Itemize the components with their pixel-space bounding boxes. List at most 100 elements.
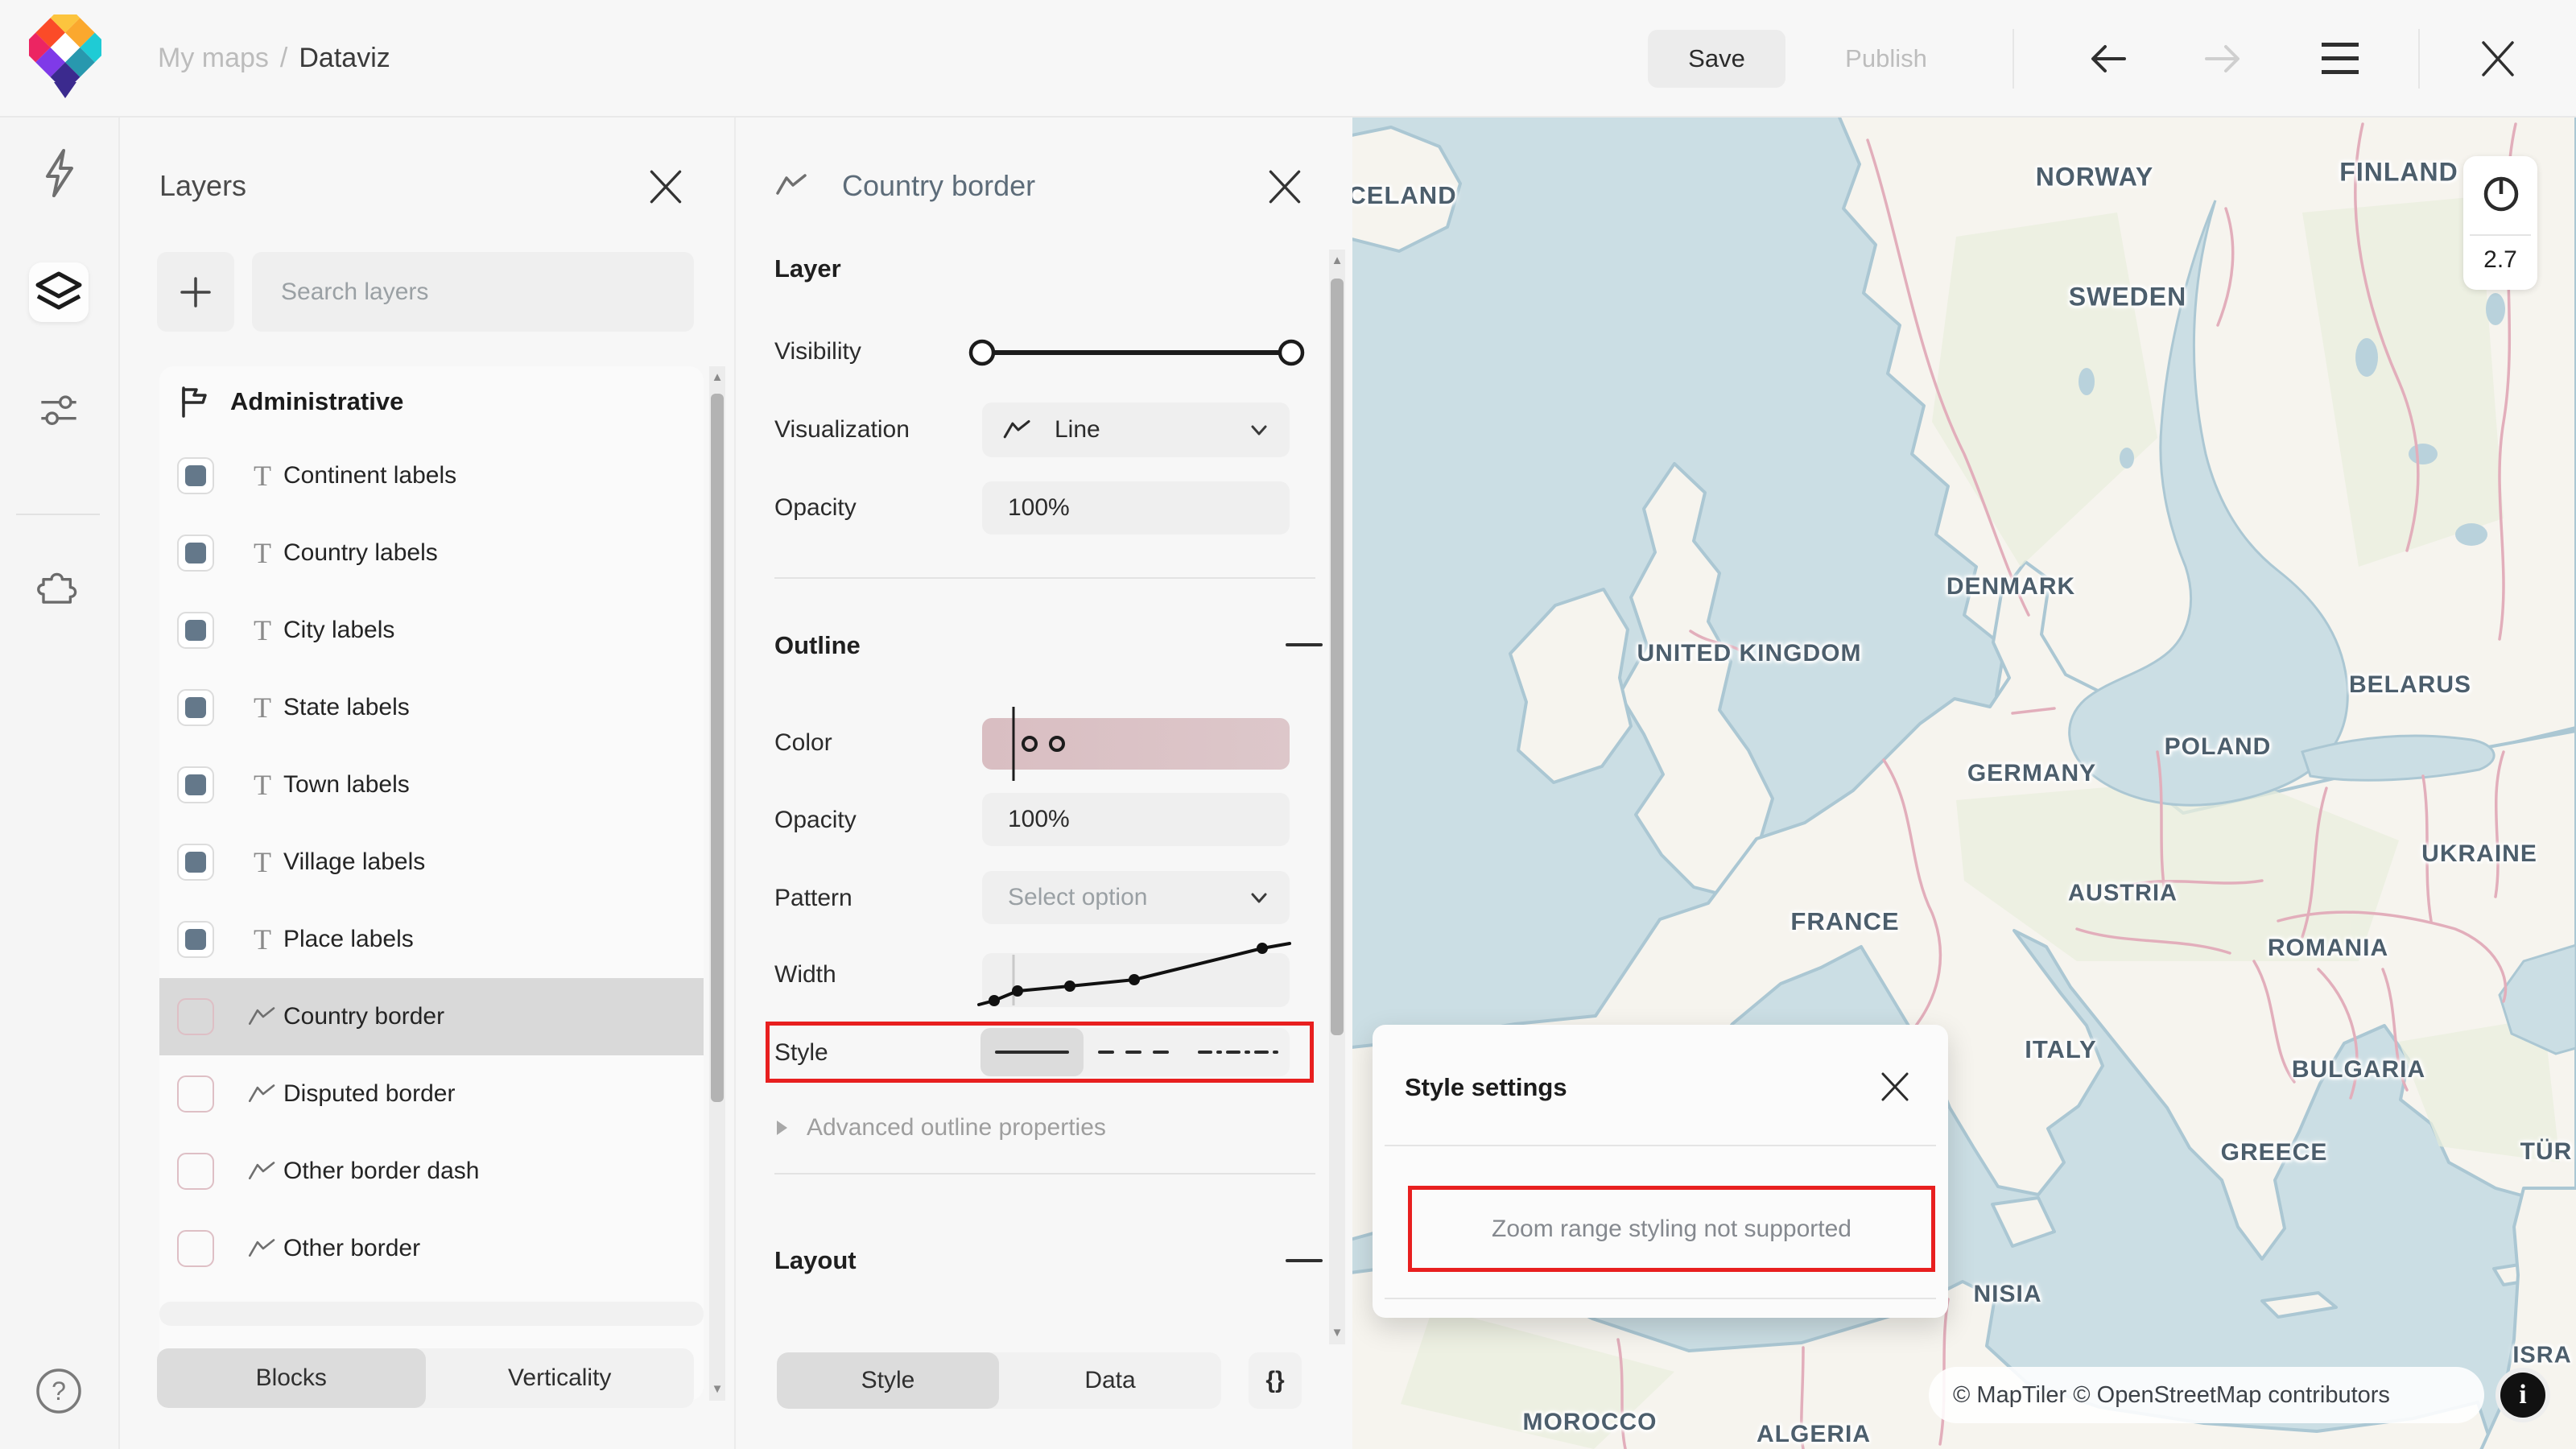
pattern-select[interactable]: Select option bbox=[982, 871, 1290, 924]
breadcrumb-current: Dataviz bbox=[299, 42, 390, 73]
attribution-info-button[interactable]: i bbox=[2496, 1368, 2550, 1422]
layer-label: Place labels bbox=[283, 926, 414, 952]
layer-list-scrollbar[interactable]: ▲ ▼ bbox=[709, 366, 725, 1401]
scroll-up-icon[interactable]: ▲ bbox=[709, 369, 725, 386]
collapse-outline-icon[interactable] bbox=[1286, 643, 1323, 646]
help-button[interactable]: ? bbox=[29, 1361, 89, 1421]
quick-actions-button[interactable] bbox=[29, 143, 89, 203]
map-country-label: ISRA bbox=[2512, 1342, 2572, 1368]
advanced-outline-toggle[interactable]: Advanced outline properties bbox=[774, 1114, 1106, 1141]
layer-row[interactable]: T City labels bbox=[159, 592, 704, 669]
layers-tool-button[interactable] bbox=[29, 262, 89, 322]
tab-data[interactable]: Data bbox=[999, 1352, 1221, 1409]
layer-row[interactable]: Other border bbox=[159, 1210, 704, 1287]
layer-label: Continent labels bbox=[283, 462, 457, 489]
zoom-level-value[interactable]: 2.7 bbox=[2463, 246, 2537, 274]
line-layer-icon bbox=[248, 1084, 275, 1103]
scroll-down-icon[interactable]: ▼ bbox=[1329, 1325, 1345, 1341]
undo-arrow-icon[interactable] bbox=[2087, 39, 2129, 78]
map-country-label: GREECE bbox=[2220, 1139, 2328, 1166]
visibility-range-slider[interactable] bbox=[968, 333, 1306, 372]
visualization-label: Visualization bbox=[774, 416, 910, 443]
layer-visibility-checkbox[interactable] bbox=[177, 1075, 214, 1113]
visibility-label: Visibility bbox=[774, 338, 861, 365]
layer-visibility-checkbox[interactable] bbox=[177, 535, 214, 572]
outline-section-heading: Outline bbox=[774, 631, 861, 659]
layer-visibility-checkbox[interactable] bbox=[177, 844, 214, 881]
menu-hamburger-icon[interactable] bbox=[2321, 41, 2359, 76]
layer-row[interactable]: Disputed border bbox=[159, 1055, 704, 1133]
layer-group-header[interactable]: Administrative bbox=[159, 366, 704, 437]
section-divider-2 bbox=[774, 1173, 1315, 1174]
settings-tool-button[interactable] bbox=[29, 379, 89, 439]
tab-style[interactable]: Style bbox=[777, 1352, 999, 1409]
layout-section-heading: Layout bbox=[774, 1246, 857, 1274]
next-layer-group-peek[interactable] bbox=[159, 1302, 704, 1326]
line-layer-icon bbox=[248, 1162, 275, 1180]
layer-visibility-checkbox[interactable] bbox=[177, 1153, 214, 1190]
layer-visibility-checkbox[interactable] bbox=[177, 998, 214, 1035]
layer-row[interactable]: T Place labels bbox=[159, 901, 704, 978]
map-country-label: AUSTRIA bbox=[2068, 880, 2178, 906]
plugins-button[interactable] bbox=[29, 555, 89, 615]
save-button[interactable]: Save bbox=[1648, 30, 1785, 88]
redo-arrow-icon[interactable] bbox=[2202, 39, 2244, 78]
layers-panel-close-icon[interactable] bbox=[648, 169, 683, 204]
line-visualization-icon bbox=[1003, 419, 1030, 439]
map-country-label: TÜR bbox=[2520, 1138, 2573, 1165]
publish-button[interactable]: Publish bbox=[1810, 30, 1963, 88]
line-visualization-icon bbox=[776, 174, 807, 195]
style-panel-close-icon[interactable] bbox=[1267, 169, 1302, 204]
breadcrumb: My maps / Dataviz bbox=[158, 0, 390, 116]
outline-opacity-input[interactable]: 100% bbox=[982, 793, 1290, 846]
layer-row[interactable]: Country border bbox=[159, 978, 704, 1055]
scroll-up-icon[interactable]: ▲ bbox=[1329, 253, 1345, 269]
layer-opacity-input[interactable]: 100% bbox=[982, 481, 1290, 535]
layer-row[interactable]: T State labels bbox=[159, 669, 704, 746]
layer-row[interactable]: Other border dash bbox=[159, 1133, 704, 1210]
add-layer-button[interactable] bbox=[157, 252, 234, 332]
layer-row[interactable]: T Town labels bbox=[159, 746, 704, 824]
disclosure-right-icon bbox=[777, 1121, 787, 1135]
window-close-icon[interactable] bbox=[2480, 41, 2516, 76]
layer-visibility-checkbox[interactable] bbox=[177, 689, 214, 726]
layer-label: Country labels bbox=[283, 539, 438, 566]
layer-visibility-checkbox[interactable] bbox=[177, 457, 214, 494]
zoom-card-divider bbox=[2470, 234, 2531, 236]
map-canvas[interactable]: CELAND NORWAY FINLAND SWEDEN DENMARK UNITED K… bbox=[1352, 116, 2576, 1449]
width-label: Width bbox=[774, 961, 836, 988]
popup-close-icon[interactable] bbox=[1880, 1071, 1910, 1102]
zoom-control-card: 2.7 bbox=[2463, 156, 2537, 290]
style-panel-scrollbar[interactable]: ▲ ▼ bbox=[1329, 250, 1345, 1344]
map-country-label: POLAND bbox=[2164, 733, 2272, 760]
color-ramp-stops[interactable] bbox=[982, 704, 1290, 784]
code-view-button[interactable]: {} bbox=[1249, 1352, 1302, 1409]
map-country-label: UNITED KINGDOM bbox=[1637, 640, 1862, 667]
visualization-select[interactable]: Line bbox=[982, 402, 1290, 457]
tab-blocks[interactable]: Blocks bbox=[157, 1348, 426, 1408]
layer-list-scroll-thumb[interactable] bbox=[711, 394, 724, 1102]
search-layers-input[interactable]: Search layers bbox=[252, 252, 694, 332]
map-country-label: SWEDEN bbox=[2068, 282, 2187, 312]
layer-label: Town labels bbox=[283, 771, 410, 798]
layer-visibility-checkbox[interactable] bbox=[177, 921, 214, 958]
collapse-layout-icon[interactable] bbox=[1286, 1259, 1323, 1262]
layer-row[interactable]: T Continent labels bbox=[159, 437, 704, 514]
style-panel-scroll-thumb[interactable] bbox=[1331, 279, 1344, 1035]
attribution-text[interactable]: © MapTiler © OpenStreetMap contributors bbox=[1953, 1382, 2390, 1409]
maptiler-logo-icon[interactable] bbox=[29, 14, 101, 101]
map-country-label: FRANCE bbox=[1790, 907, 1900, 935]
time-dial-icon[interactable] bbox=[2483, 175, 2520, 213]
layer-visibility-checkbox[interactable] bbox=[177, 612, 214, 649]
layer-row[interactable]: T Village labels bbox=[159, 824, 704, 901]
scroll-down-icon[interactable]: ▼ bbox=[709, 1381, 725, 1397]
layer-row[interactable]: T Country labels bbox=[159, 514, 704, 592]
layer-visibility-checkbox[interactable] bbox=[177, 766, 214, 803]
width-curve[interactable] bbox=[969, 933, 1307, 1022]
popup-message-annotation-box: Zoom range styling not supported bbox=[1408, 1186, 1935, 1272]
tab-verticality[interactable]: Verticality bbox=[426, 1348, 695, 1408]
layer-visibility-checkbox[interactable] bbox=[177, 1230, 214, 1267]
advanced-outline-label: Advanced outline properties bbox=[807, 1114, 1106, 1141]
breadcrumb-separator: / bbox=[279, 42, 288, 73]
breadcrumb-root[interactable]: My maps bbox=[158, 43, 269, 74]
